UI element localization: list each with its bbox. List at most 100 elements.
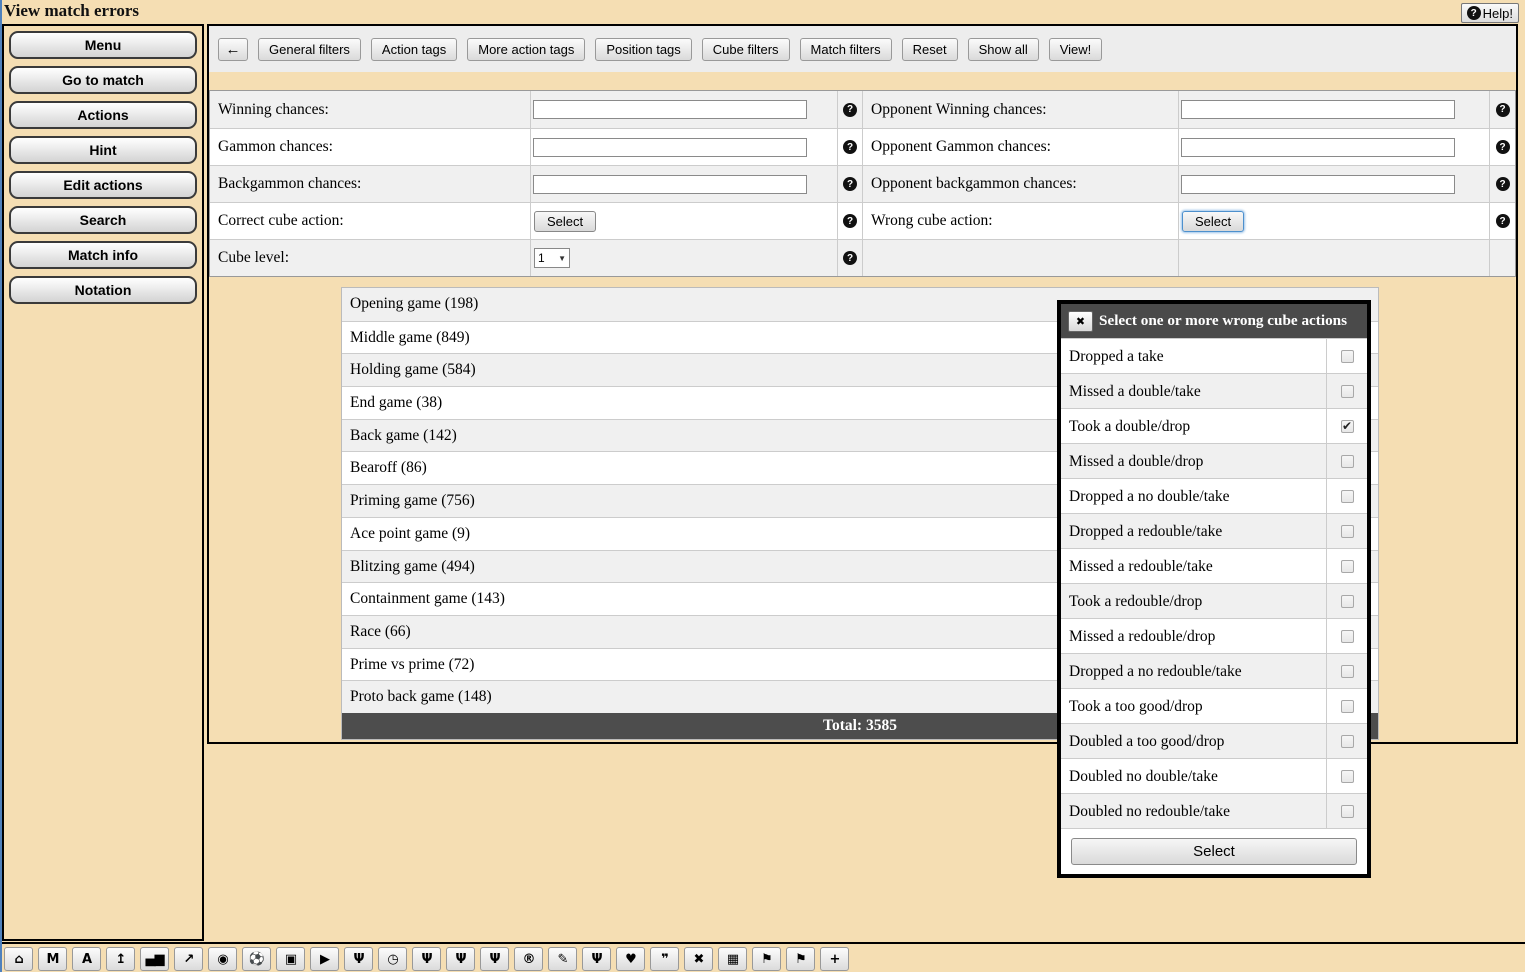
- more-action-tags-button[interactable]: More action tags: [467, 38, 585, 61]
- row-checkbox[interactable]: [1341, 700, 1354, 713]
- bar-chart-button[interactable]: ▄▆: [140, 947, 169, 971]
- chat-button[interactable]: ❞: [650, 947, 679, 971]
- soccer-ball-button[interactable]: ⚽: [242, 947, 271, 971]
- position-tags-button[interactable]: Position tags: [595, 38, 691, 61]
- cube-level-select[interactable]: 1 ▼: [534, 248, 570, 268]
- line-chart-button[interactable]: ↗: [174, 947, 203, 971]
- winning-chances-label: Winning chances:: [210, 91, 530, 128]
- soccer-ball-icon: ⚽: [249, 952, 264, 967]
- row-checkbox[interactable]: [1341, 490, 1354, 503]
- archive-box-button[interactable]: ▣: [276, 947, 305, 971]
- help-icon[interactable]: ?: [843, 251, 857, 265]
- sidebar-item-match-info[interactable]: Match info: [9, 241, 197, 269]
- sidebar-item-notation[interactable]: Notation: [9, 276, 197, 304]
- gammon-chances-input[interactable]: [533, 138, 807, 157]
- row-checkbox[interactable]: [1341, 805, 1354, 818]
- upload-button[interactable]: ↥: [106, 947, 135, 971]
- row-checkbox[interactable]: [1341, 770, 1354, 783]
- cube-filter-table: Winning chances: ? Opponent Winning chan…: [209, 90, 1516, 277]
- row-checkbox[interactable]: [1341, 385, 1354, 398]
- dialog-close-button[interactable]: ✖: [1068, 311, 1093, 332]
- cube-action-row: Missed a redouble/drop: [1061, 618, 1367, 653]
- help-icon[interactable]: ?: [843, 103, 857, 117]
- trophy-button[interactable]: Ψ: [446, 947, 475, 971]
- filter-row: Cube level: 1 ▼ ?: [210, 239, 1515, 276]
- cube-action-row: Missed a redouble/take: [1061, 548, 1367, 583]
- filter-row: Winning chances: ? Opponent Winning chan…: [210, 91, 1515, 128]
- help-icon[interactable]: ?: [1496, 214, 1510, 228]
- row-checkbox[interactable]: [1341, 350, 1354, 363]
- row-checkbox[interactable]: [1341, 455, 1354, 468]
- row-checkbox[interactable]: [1341, 630, 1354, 643]
- filter-row: Gammon chances: ? Opponent Gammon chance…: [210, 128, 1515, 165]
- wrong-cube-action-select-button[interactable]: Select: [1182, 211, 1244, 232]
- cube-level-label: Cube level:: [210, 240, 530, 276]
- view-button[interactable]: View!: [1049, 38, 1103, 61]
- a-button[interactable]: A: [72, 947, 101, 971]
- m-button[interactable]: M: [38, 947, 67, 971]
- cube-action-row: Dropped a no redouble/take: [1061, 653, 1367, 688]
- trophy-button[interactable]: Ψ: [582, 947, 611, 971]
- sidebar-item-menu[interactable]: Menu: [9, 31, 197, 59]
- cube-action-row: Dropped a take: [1061, 338, 1367, 373]
- sidebar-item-edit-actions[interactable]: Edit actions: [9, 171, 197, 199]
- cube-filters-button[interactable]: Cube filters: [702, 38, 790, 61]
- backgammon-chances-input[interactable]: [533, 175, 807, 194]
- back-button[interactable]: ←: [218, 38, 248, 61]
- help-icon[interactable]: ?: [1496, 103, 1510, 117]
- opponent-backgammon-chances-input[interactable]: [1181, 175, 1455, 194]
- help-icon[interactable]: ?: [1496, 140, 1510, 154]
- heart-icon: ♥: [625, 952, 636, 967]
- eye-button[interactable]: ◉: [208, 947, 237, 971]
- filter-row: Correct cube action: Select ? Wrong cube…: [210, 202, 1515, 239]
- help-icon[interactable]: ?: [843, 140, 857, 154]
- bottom-toolbar: ⌂ M A ↥ ▄▆ ↗ ◉ ⚽ ▣ ▶ Ψ ◷ Ψ Ψ Ψ ® ✎ Ψ ♥ ❞…: [0, 942, 1525, 972]
- bookmark-button[interactable]: ⚑: [752, 947, 781, 971]
- help-icon[interactable]: ?: [843, 214, 857, 228]
- winning-chances-input[interactable]: [533, 100, 807, 119]
- registered-button[interactable]: ®: [514, 947, 543, 971]
- general-filters-button[interactable]: General filters: [258, 38, 361, 61]
- sidebar-item-actions[interactable]: Actions: [9, 101, 197, 129]
- opponent-gammon-chances-input[interactable]: [1181, 138, 1455, 157]
- action-tags-button[interactable]: Action tags: [371, 38, 457, 61]
- row-checkbox[interactable]: [1341, 560, 1354, 573]
- line-chart-icon: ↗: [184, 952, 194, 967]
- match-filters-button[interactable]: Match filters: [800, 38, 892, 61]
- sidebar-item-hint[interactable]: Hint: [9, 136, 197, 164]
- bookmark-icon: ⚑: [795, 952, 806, 967]
- trophy-button[interactable]: Ψ: [344, 947, 373, 971]
- help-icon[interactable]: ?: [1496, 177, 1510, 191]
- sidebar-item-go-to-match[interactable]: Go to match: [9, 66, 197, 94]
- edit-button[interactable]: ✎: [548, 947, 577, 971]
- row-checkbox[interactable]: [1341, 420, 1354, 433]
- clock-button[interactable]: ◷: [378, 947, 407, 971]
- bookmark-icon: ⚑: [761, 952, 772, 967]
- plus-button[interactable]: +: [820, 947, 849, 971]
- opponent-gammon-chances-label: Opponent Gammon chances:: [862, 129, 1178, 165]
- trophy-button[interactable]: Ψ: [480, 947, 509, 971]
- play-button[interactable]: ▶: [310, 947, 339, 971]
- row-checkbox[interactable]: [1341, 595, 1354, 608]
- wrong-cube-action-label: Wrong cube action:: [862, 203, 1178, 239]
- correct-cube-action-select-button[interactable]: Select: [534, 211, 596, 232]
- cube-action-row: Doubled no double/take: [1061, 758, 1367, 793]
- dialog-select-button[interactable]: Select: [1071, 838, 1357, 865]
- film-button[interactable]: ▦: [718, 947, 747, 971]
- row-checkbox[interactable]: [1341, 665, 1354, 678]
- trophy-icon: Ψ: [353, 952, 363, 967]
- opponent-winning-chances-input[interactable]: [1181, 100, 1455, 119]
- reset-button[interactable]: Reset: [902, 38, 958, 61]
- empty-cell: [1178, 240, 1489, 276]
- show-all-button[interactable]: Show all: [968, 38, 1039, 61]
- home-button[interactable]: ⌂: [4, 947, 33, 971]
- bookmark-button[interactable]: ⚑: [786, 947, 815, 971]
- help-button[interactable]: ? Help!: [1461, 3, 1519, 23]
- heart-button[interactable]: ♥: [616, 947, 645, 971]
- sidebar-item-search[interactable]: Search: [9, 206, 197, 234]
- help-icon[interactable]: ?: [843, 177, 857, 191]
- row-checkbox[interactable]: [1341, 735, 1354, 748]
- row-checkbox[interactable]: [1341, 525, 1354, 538]
- close-button[interactable]: ✖: [684, 947, 713, 971]
- trophy-button[interactable]: Ψ: [412, 947, 441, 971]
